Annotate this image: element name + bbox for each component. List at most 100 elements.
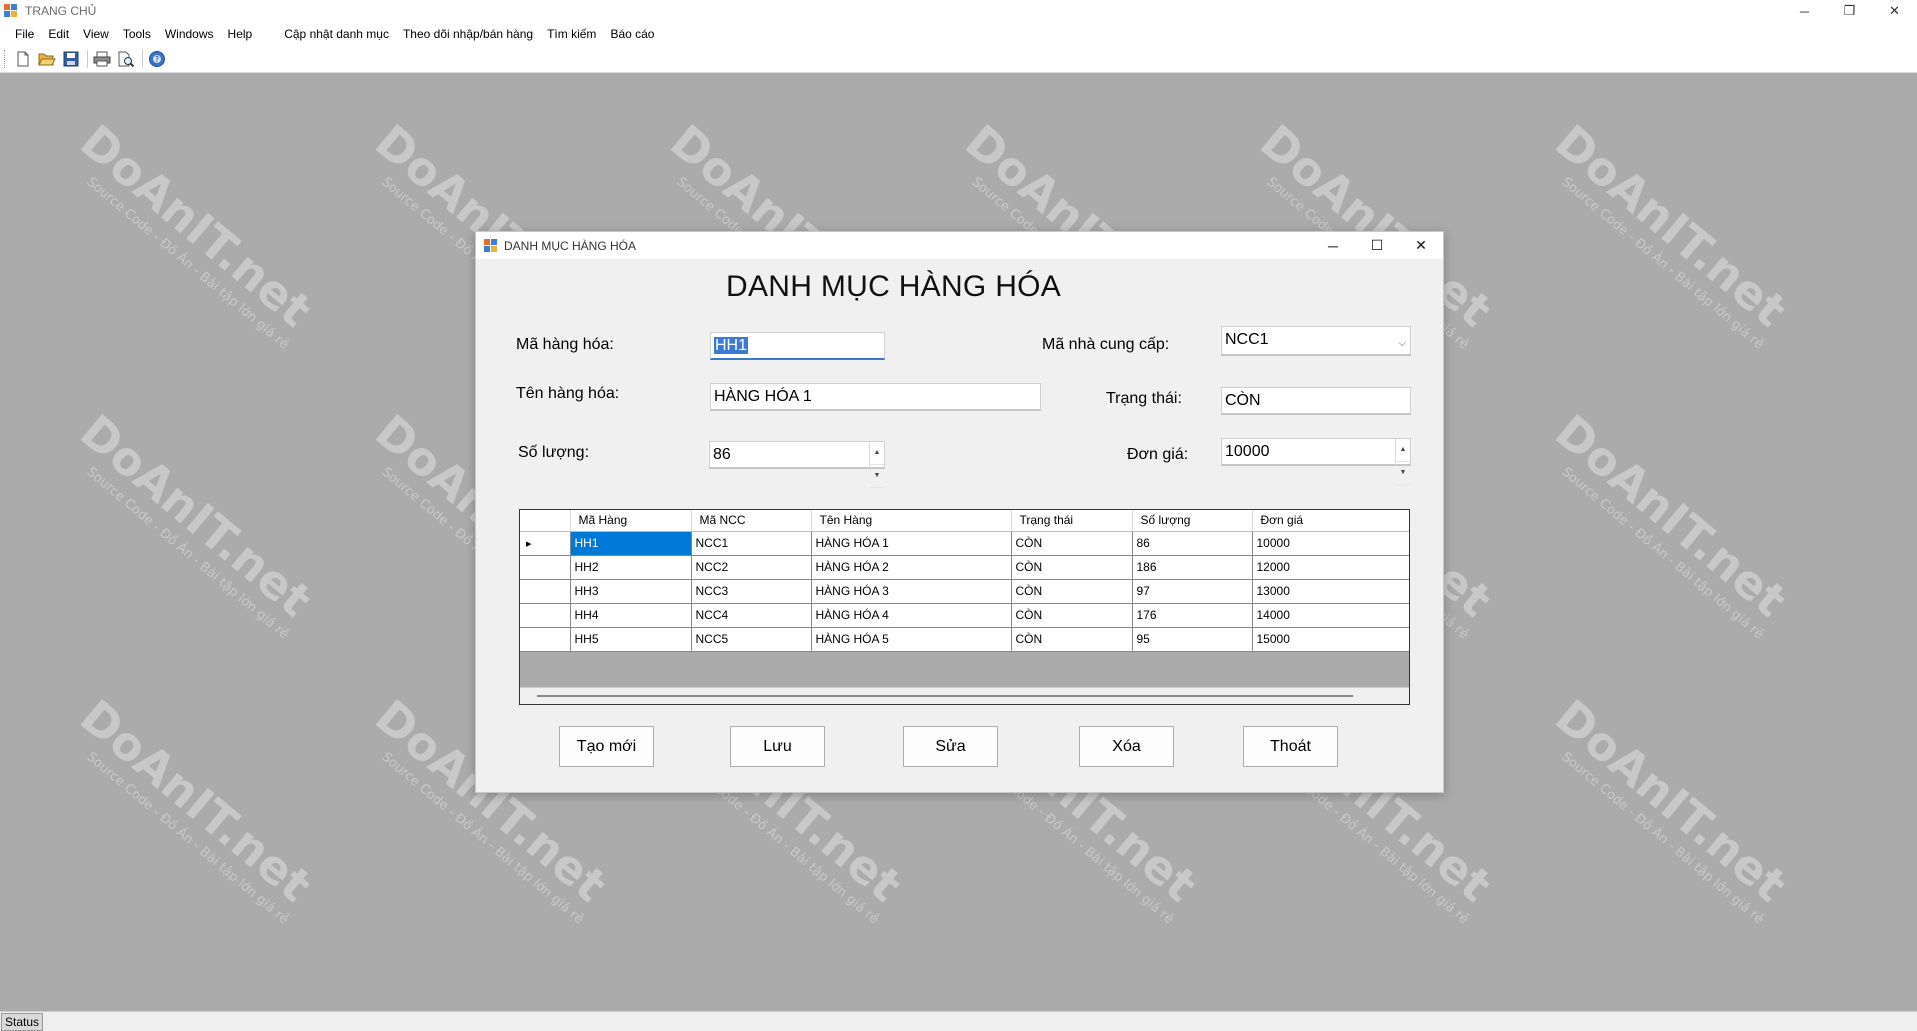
- table-cell[interactable]: 14000: [1252, 603, 1409, 628]
- menu-edit[interactable]: Edit: [41, 22, 76, 46]
- watermark: DoAnIT.netSource Code - Đồ Án - Bài tập …: [1545, 404, 1797, 643]
- menu-help[interactable]: Help: [221, 22, 260, 46]
- don-gia-value: 10000: [1225, 443, 1270, 460]
- row-header[interactable]: [520, 627, 571, 652]
- table-cell[interactable]: NCC5: [691, 627, 812, 652]
- table-cell[interactable]: NCC2: [691, 555, 812, 580]
- menu-theo-doi-nhap-ban-hang[interactable]: Theo dõi nhập/bán hàng: [396, 22, 540, 46]
- table-cell[interactable]: HÀNG HÓA 4: [811, 603, 1012, 628]
- table-cell[interactable]: NCC4: [691, 603, 812, 628]
- table-row[interactable]: HH3 NCC3 HÀNG HÓA 3 CÒN 97 13000: [520, 579, 1409, 604]
- close-icon[interactable]: ✕: [1872, 0, 1917, 22]
- print-icon[interactable]: [91, 48, 113, 70]
- spin-down-icon[interactable]: ▼: [1396, 462, 1410, 485]
- toolbar-grip[interactable]: [4, 50, 7, 68]
- table-cell[interactable]: HÀNG HÓA 5: [811, 627, 1012, 652]
- table-row[interactable]: HH4 NCC4 HÀNG HÓA 4 CÒN 176 14000: [520, 603, 1409, 628]
- row-header[interactable]: [520, 603, 571, 628]
- horizontal-scrollbar[interactable]: [520, 687, 1409, 704]
- dialog-title: DANH MỤC HÀNG HÓA: [504, 238, 637, 253]
- toolbar: ?: [0, 46, 1917, 73]
- chevron-down-icon[interactable]: ⌵: [1398, 333, 1406, 355]
- table-row[interactable]: ▸ HH1 NCC1 HÀNG HÓA 1 CÒN 86 10000: [520, 531, 1409, 556]
- table-cell[interactable]: HH5: [570, 627, 692, 652]
- table-cell[interactable]: HH1: [570, 531, 692, 556]
- ma-ncc-combobox[interactable]: NCC1 ⌵: [1221, 326, 1411, 356]
- table-cell[interactable]: HH4: [570, 603, 692, 628]
- menu-windows[interactable]: Windows: [158, 22, 221, 46]
- table-cell[interactable]: CÒN: [1011, 603, 1133, 628]
- table-cell[interactable]: 13000: [1252, 579, 1409, 604]
- column-header-ten-hang[interactable]: Tên Hàng: [811, 510, 1012, 532]
- table-cell[interactable]: NCC1: [691, 531, 812, 556]
- hang-hoa-datagrid[interactable]: Mã Hàng Mã NCC Tên Hàng Trạng thái Số lư…: [519, 509, 1410, 705]
- row-header[interactable]: [520, 579, 571, 604]
- restore-icon[interactable]: ❐: [1827, 0, 1872, 22]
- new-file-icon[interactable]: [12, 48, 34, 70]
- so-luong-numeric[interactable]: 86 ▲ ▼: [709, 441, 885, 488]
- table-cell[interactable]: HH2: [570, 555, 692, 580]
- open-folder-icon[interactable]: [36, 48, 58, 70]
- xoa-button[interactable]: Xóa: [1079, 726, 1174, 767]
- menu-file[interactable]: File: [8, 22, 41, 46]
- menu-tim-kiem[interactable]: Tìm kiếm: [540, 22, 603, 46]
- table-row[interactable]: HH5 NCC5 HÀNG HÓA 5 CÒN 95 15000: [520, 627, 1409, 652]
- column-header-ma-hang[interactable]: Mã Hàng: [570, 510, 692, 532]
- scrollbar-thumb[interactable]: [537, 695, 1353, 697]
- table-cell[interactable]: HH3: [570, 579, 692, 604]
- table-cell[interactable]: 97: [1132, 579, 1253, 604]
- table-cell[interactable]: CÒN: [1011, 531, 1133, 556]
- row-header[interactable]: ▸: [520, 531, 571, 556]
- spin-up-icon[interactable]: ▲: [870, 442, 884, 465]
- table-cell[interactable]: 95: [1132, 627, 1253, 652]
- thoat-button[interactable]: Thoát: [1243, 726, 1338, 767]
- table-cell[interactable]: CÒN: [1011, 579, 1133, 604]
- trang-thai-input[interactable]: CÒN: [1221, 387, 1411, 415]
- ma-hang-input[interactable]: HH1: [710, 332, 885, 360]
- print-preview-icon[interactable]: [115, 48, 137, 70]
- menu-tools[interactable]: Tools: [116, 22, 158, 46]
- tao-moi-button[interactable]: Tạo mới: [559, 726, 654, 767]
- watermark: DoAnIT.netSource Code - Đồ Án - Bài tập …: [1545, 114, 1797, 353]
- row-header[interactable]: [520, 555, 571, 580]
- save-icon[interactable]: [60, 48, 82, 70]
- table-row[interactable]: HH2 NCC2 HÀNG HÓA 2 CÒN 186 12000: [520, 555, 1409, 580]
- dialog-maximize-icon[interactable]: ☐: [1355, 232, 1399, 259]
- table-cell[interactable]: 176: [1132, 603, 1253, 628]
- menu-bar: File Edit View Tools Windows Help Cập nh…: [0, 22, 1917, 46]
- help-icon[interactable]: ?: [146, 48, 168, 70]
- don-gia-numeric[interactable]: 10000 ▲ ▼: [1221, 438, 1411, 485]
- table-cell[interactable]: 186: [1132, 555, 1253, 580]
- column-header-trang-thai[interactable]: Trạng thái: [1011, 510, 1133, 532]
- sua-button[interactable]: Sửa: [903, 726, 998, 767]
- dialog-minimize-icon[interactable]: ─: [1311, 232, 1355, 259]
- table-cell[interactable]: 15000: [1252, 627, 1409, 652]
- menu-view[interactable]: View: [76, 22, 116, 46]
- luu-button[interactable]: Lưu: [730, 726, 825, 767]
- grid-corner-header[interactable]: [520, 510, 571, 532]
- table-cell[interactable]: 86: [1132, 531, 1253, 556]
- spin-up-icon[interactable]: ▲: [1396, 439, 1410, 462]
- column-header-don-gia[interactable]: Đơn giá: [1252, 510, 1409, 532]
- spin-down-icon[interactable]: ▼: [870, 465, 884, 488]
- dialog-titlebar[interactable]: DANH MỤC HÀNG HÓA ─ ☐ ✕: [476, 232, 1443, 259]
- menu-bao-cao[interactable]: Báo cáo: [603, 22, 661, 46]
- minimize-icon[interactable]: ─: [1782, 0, 1827, 22]
- table-cell[interactable]: CÒN: [1011, 555, 1133, 580]
- table-cell[interactable]: HÀNG HÓA 2: [811, 555, 1012, 580]
- so-luong-spinner[interactable]: ▲ ▼: [869, 442, 884, 488]
- ten-hang-input[interactable]: HÀNG HÓA 1: [710, 383, 1041, 411]
- table-cell[interactable]: 10000: [1252, 531, 1409, 556]
- column-header-ma-ncc[interactable]: Mã NCC: [691, 510, 812, 532]
- dialog-close-icon[interactable]: ✕: [1399, 232, 1443, 259]
- table-cell[interactable]: HÀNG HÓA 1: [811, 531, 1012, 556]
- menu-cap-nhat-danh-muc[interactable]: Cập nhật danh mục: [277, 22, 396, 46]
- table-cell[interactable]: 12000: [1252, 555, 1409, 580]
- don-gia-label: Đơn giá:: [1127, 446, 1189, 463]
- don-gia-spinner[interactable]: ▲ ▼: [1395, 439, 1410, 485]
- trang-thai-value: CÒN: [1225, 392, 1261, 409]
- table-cell[interactable]: NCC3: [691, 579, 812, 604]
- column-header-so-luong[interactable]: Số lượng: [1132, 510, 1253, 532]
- table-cell[interactable]: CÒN: [1011, 627, 1133, 652]
- table-cell[interactable]: HÀNG HÓA 3: [811, 579, 1012, 604]
